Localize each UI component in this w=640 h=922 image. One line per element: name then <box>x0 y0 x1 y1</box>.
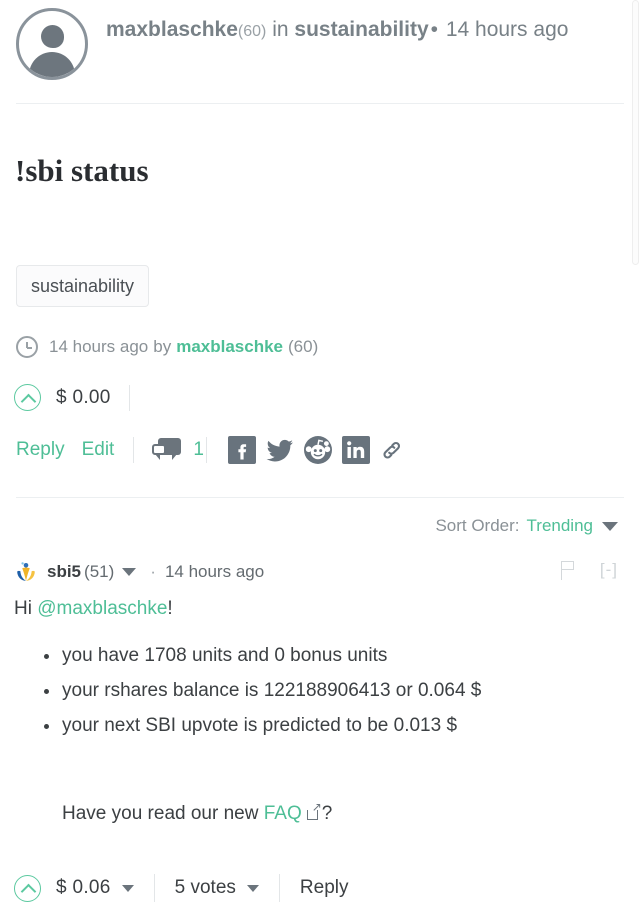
comments-icon-bubble-front <box>152 444 167 460</box>
post-page: maxblaschke(60) in sustainability• 14 ho… <box>0 0 640 922</box>
comments-icon[interactable] <box>152 438 182 462</box>
post-meta-author-reputation: (60) <box>288 337 319 356</box>
post-meta-author-link[interactable]: maxblaschke <box>176 337 283 357</box>
comment-bullet-list: you have 1708 units and 0 bonus units yo… <box>14 642 614 740</box>
scrollbar-thumb[interactable] <box>632 0 639 265</box>
chevron-down-icon[interactable] <box>602 521 618 531</box>
clock-icon <box>16 336 38 358</box>
upvote-icon[interactable] <box>14 384 41 411</box>
list-item: your next SBI upvote is predicted to be … <box>44 712 614 740</box>
comments-divider <box>16 497 624 498</box>
avatar[interactable] <box>16 8 88 80</box>
comment-greeting: Hi @maxblaschke! <box>14 595 614 623</box>
comment-upvote-icon[interactable] <box>14 874 41 902</box>
post-reply-button[interactable]: Reply <box>16 439 65 461</box>
post-payout-row: $ 0.00 <box>14 384 130 411</box>
avatar-body-shape <box>29 52 75 77</box>
post-byline: maxblaschke(60) in sustainability• 14 ho… <box>106 8 568 48</box>
post-author-link[interactable]: maxblaschke <box>106 18 238 41</box>
comment-payout-value[interactable]: $ 0.06 <box>56 877 111 899</box>
avatar-head-shape <box>40 25 64 48</box>
action-divider-2 <box>205 437 207 463</box>
post-edit-button[interactable]: Edit <box>82 439 115 461</box>
post-age: 14 hours ago <box>445 18 569 41</box>
post-action-row: Reply Edit 1 <box>16 434 413 466</box>
post-payout-value[interactable]: $ 0.00 <box>56 387 111 409</box>
share-buttons <box>227 435 413 465</box>
payout-divider <box>128 384 130 411</box>
twitter-icon[interactable] <box>265 435 295 465</box>
comment-author-chevron-down-icon[interactable] <box>122 568 137 576</box>
mention-link[interactable]: @maxblaschke <box>37 598 167 619</box>
comment-footer-divider-2 <box>278 874 280 902</box>
post-author-reputation: (60) <box>237 23 267 40</box>
post-meta-age: 14 hours ago <box>49 337 149 356</box>
comment-votes-count[interactable]: 5 votes <box>175 877 236 899</box>
faq-prefix: Have you read our new <box>62 803 264 824</box>
action-divider-1 <box>133 437 135 463</box>
comment-footer: $ 0.06 5 votes Reply <box>14 873 348 903</box>
post-meta: 14 hours ago by maxblaschke (60) <box>16 336 318 358</box>
faq-line: Have you read our new FAQ? <box>62 800 614 828</box>
facebook-icon[interactable] <box>227 435 257 465</box>
byline-in-label: in <box>272 18 289 41</box>
greeting-suffix: ! <box>167 598 173 619</box>
byline-dot: • <box>430 18 438 41</box>
comment-payout-chevron-down-icon[interactable] <box>121 884 134 892</box>
comment-votes-chevron-down-icon[interactable] <box>246 884 259 892</box>
header-divider <box>16 103 624 104</box>
comment-age: 14 hours ago <box>164 562 265 581</box>
comment-author-link[interactable]: sbi5 <box>47 562 81 582</box>
sort-order-label: Sort Order: <box>435 516 520 535</box>
comment-footer-divider-1 <box>153 874 155 902</box>
page-scrollbar[interactable] <box>631 0 640 922</box>
flag-icon[interactable] <box>560 560 576 580</box>
post-comment-count[interactable]: 1 <box>193 439 204 461</box>
list-item: you have 1708 units and 0 bonus units <box>44 642 614 670</box>
post-title: !sbi status <box>15 152 149 188</box>
link-icon[interactable] <box>379 435 405 465</box>
comment-header: sbi5 (51) · 14 hours ago <box>14 560 264 584</box>
list-item: your rshares balance is 122188906413 or … <box>44 677 614 705</box>
linkedin-icon[interactable] <box>341 435 371 465</box>
post-tags: sustainability <box>16 265 150 307</box>
sbi-avatar-icon[interactable] <box>14 560 38 584</box>
faq-suffix: ? <box>321 803 333 824</box>
reddit-icon[interactable] <box>303 435 333 465</box>
comment-tools: [-] <box>560 560 618 580</box>
comment-header-dot: · <box>150 562 156 581</box>
comment-reply-button[interactable]: Reply <box>300 877 349 899</box>
post-meta-by-label: by <box>153 337 172 356</box>
faq-link[interactable]: FAQ <box>264 803 302 824</box>
sort-order-control[interactable]: Sort Order: Trending <box>435 516 618 536</box>
post-header: maxblaschke(60) in sustainability• 14 ho… <box>16 8 616 80</box>
comment-body: Hi @maxblaschke! you have 1708 units and… <box>14 595 614 828</box>
greeting-prefix: Hi <box>14 598 38 619</box>
external-link-icon[interactable] <box>306 801 322 820</box>
sort-order-value[interactable]: Trending <box>527 516 593 536</box>
collapse-comment-toggle[interactable]: [-] <box>600 560 618 580</box>
comment-author-reputation: (51) <box>84 562 115 581</box>
tag-sustainability[interactable]: sustainability <box>16 265 150 307</box>
post-community-link[interactable]: sustainability <box>294 18 428 41</box>
